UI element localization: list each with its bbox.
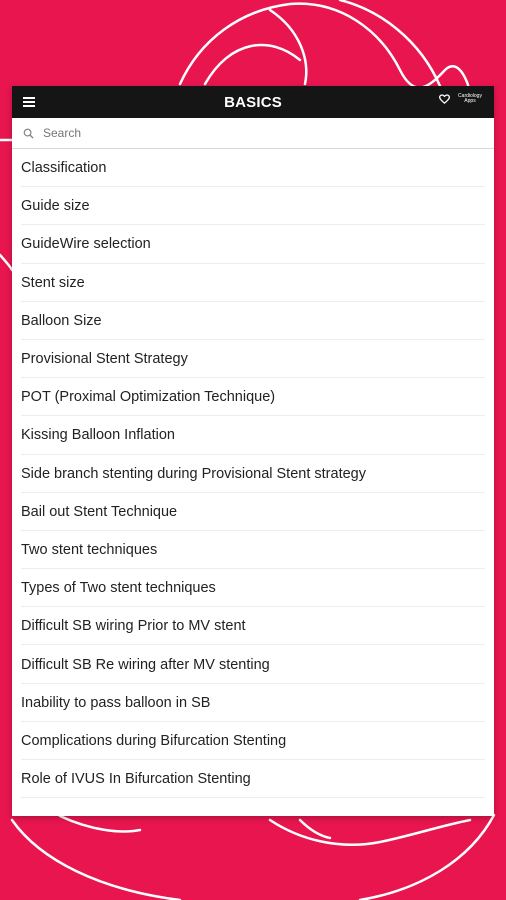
hamburger-menu-icon[interactable] [23,97,35,107]
list-item[interactable]: Two stent techniques [21,531,485,570]
list-item[interactable]: Difficult SB wiring Prior to MV stent [21,607,485,646]
list-item[interactable]: Difficult SB Re wiring after MV stenting [21,645,485,684]
list-item[interactable]: Side branch stenting during Provisional … [21,455,485,493]
list-item[interactable]: Role of IVUS In Bifurcation Stenting [21,760,485,799]
topic-list: Classification Guide size GuideWire select… [12,149,494,799]
app-panel: BASICS Cardiology Apps ClassificationGui… [12,86,494,816]
list-item[interactable]: Complications during Bifurcation Stentin… [21,722,485,760]
list-item[interactable]: GuideWire selection [21,225,485,264]
list-item[interactable]: Classification [21,149,485,188]
list-item[interactable]: Balloon Size [21,302,485,340]
search-input[interactable] [41,125,465,141]
list-item[interactable]: Stent size [21,264,485,302]
brand-line-2: Apps [464,98,476,104]
page-title: BASICS [224,93,282,111]
search-icon [23,128,34,139]
list-item[interactable]: Guide size [21,187,485,226]
heart-logo-icon [439,94,450,104]
list-item[interactable]: Provisional Stent Strategy [21,340,485,379]
brand-text: Cardiology Apps [452,94,488,104]
search-bar [12,118,494,149]
app-bar: BASICS Cardiology Apps [12,86,494,118]
list-item[interactable]: Bail out Stent Technique [21,493,485,531]
brand-logo: Cardiology Apps [439,94,488,104]
list-item[interactable]: POT (Proximal Optimization Technique) [21,378,485,417]
list-item[interactable]: Inability to pass balloon in SB [21,684,485,722]
list-item[interactable]: Types of Two stent techniques [21,569,485,608]
list-item[interactable]: Kissing Balloon Inflation [21,416,485,455]
